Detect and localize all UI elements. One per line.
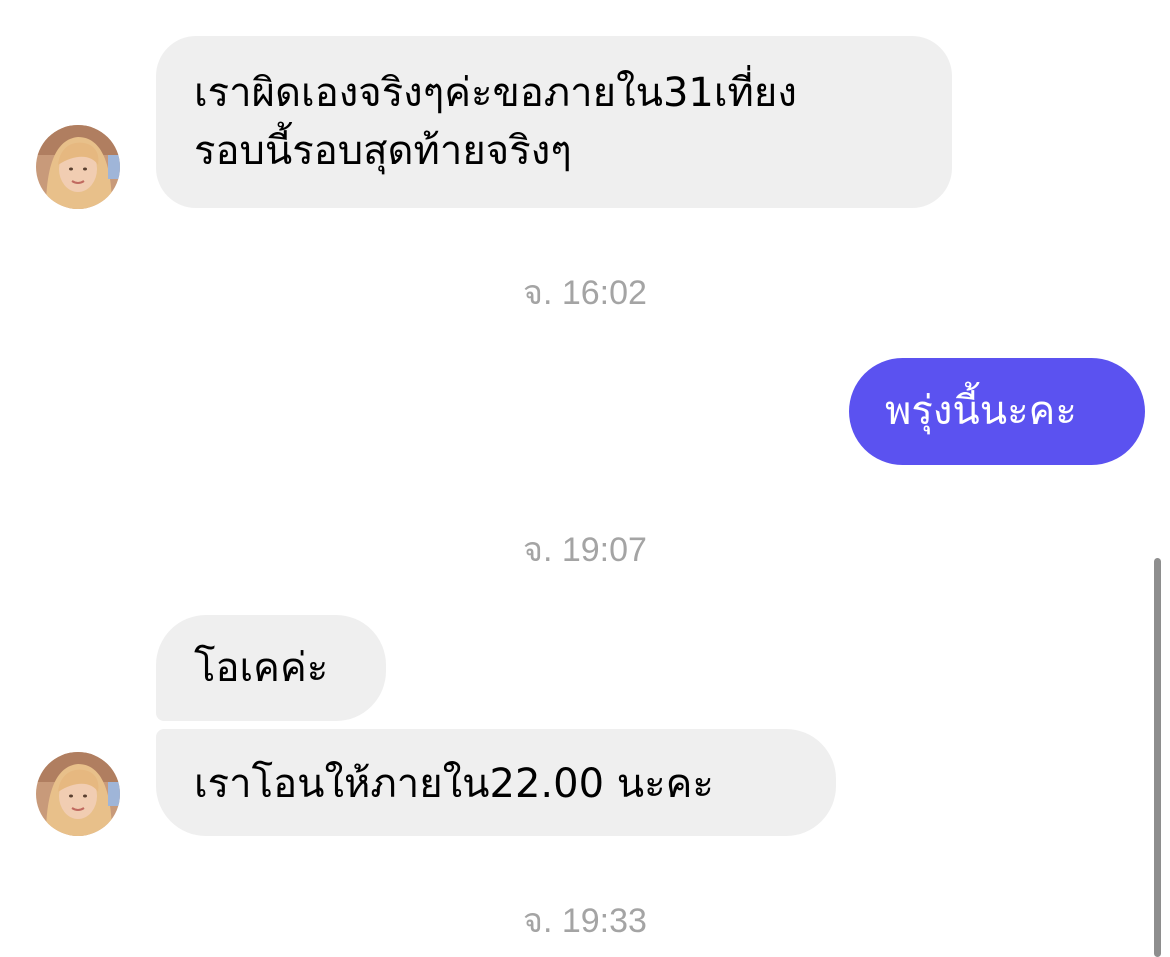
timestamp: จ. 19:33 (523, 902, 647, 940)
message-bubble-incoming[interactable]: โอเคค่ะ (156, 615, 386, 721)
contact-avatar[interactable] (36, 752, 120, 836)
contact-avatar[interactable] (36, 125, 120, 209)
scrollbar[interactable] (1154, 558, 1161, 957)
message-text: เราโอนให้ภายใน22.00 นะคะ (194, 761, 714, 807)
message-text: พรุ่งนี้นะคะ (885, 388, 1077, 434)
message-text: โอเคค่ะ (194, 645, 329, 691)
message-text-line: รอบนี้รอบสุดท้ายจริงๆ (194, 128, 572, 174)
timestamp: จ. 19:07 (523, 531, 647, 569)
avatar-icon (36, 125, 120, 209)
avatar-icon (36, 752, 120, 836)
message-text-line: เราผิดเองจริงๆค่ะขอภายใน31เที่ยง (194, 70, 797, 116)
chat-thread[interactable]: เราผิดเองจริงๆค่ะขอภายใน31เที่ยง รอบนี้ร… (0, 0, 1170, 957)
message-bubble-outgoing[interactable]: พรุ่งนี้นะคะ (849, 358, 1145, 465)
message-bubble-incoming[interactable]: เราผิดเองจริงๆค่ะขอภายใน31เที่ยง รอบนี้ร… (156, 36, 952, 208)
timestamp: จ. 16:02 (523, 274, 647, 312)
message-bubble-incoming[interactable]: เราโอนให้ภายใน22.00 นะคะ (156, 729, 836, 836)
